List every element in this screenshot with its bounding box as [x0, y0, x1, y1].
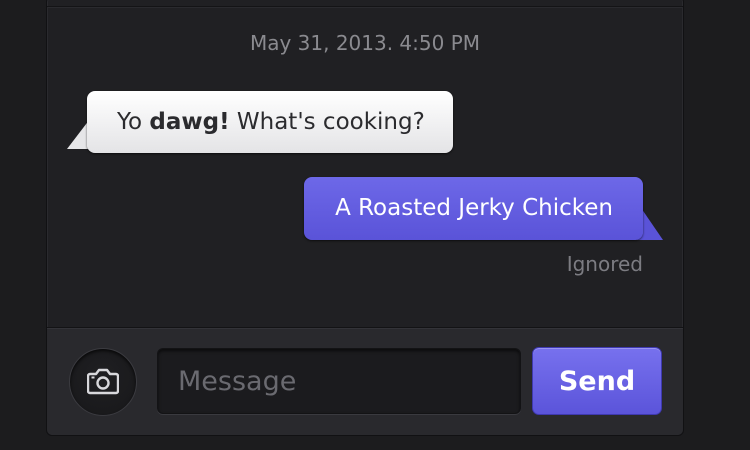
delivery-status: Ignored — [566, 252, 643, 276]
camera-icon — [87, 368, 119, 395]
outgoing-message-bubble: A Roasted Jerky Chicken — [304, 177, 643, 240]
header-divider — [47, 6, 683, 7]
incoming-message-bubble: Yo dawg! What's cooking? — [87, 91, 453, 153]
incoming-message-bold: dawg! — [149, 109, 230, 135]
message-timestamp: May 31, 2013. 4:50 PM — [249, 31, 481, 55]
message-input[interactable] — [157, 348, 521, 414]
composer-bar: Send — [47, 327, 683, 435]
incoming-message-suffix: What's cooking? — [229, 109, 425, 135]
incoming-message-prefix: Yo — [117, 109, 150, 135]
app-stage: May 31, 2013. 4:50 PM Yo dawg! What's co… — [0, 0, 750, 450]
send-button[interactable]: Send — [532, 347, 662, 415]
camera-button[interactable] — [69, 348, 137, 416]
outgoing-message-text: A Roasted Jerky Chicken — [335, 195, 613, 221]
conversation-panel: May 31, 2013. 4:50 PM Yo dawg! What's co… — [46, 0, 684, 436]
